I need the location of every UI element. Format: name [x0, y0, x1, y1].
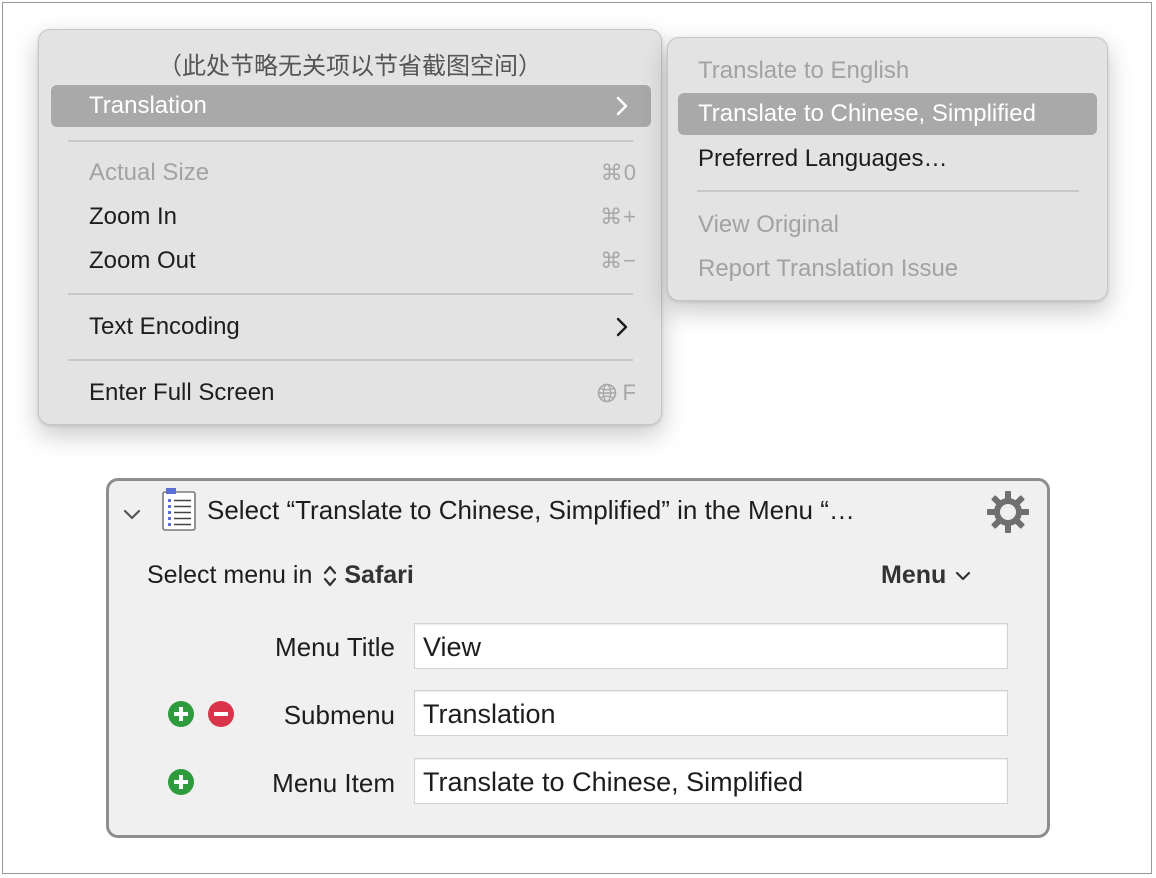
menu-item-translate-to-chinese-simplified[interactable]: Translate to Chinese, Simplified [678, 93, 1097, 135]
chevron-down-icon [956, 571, 971, 580]
shortcut-command-minus: ⌘− [600, 248, 637, 273]
menu-item-translate-to-english[interactable]: Translate to English [678, 50, 1098, 92]
menu-separator [697, 190, 1079, 192]
menu-item-label: Actual Size [89, 159, 210, 186]
menu-item-label: Text Encoding [89, 313, 240, 340]
menu-item-actual-size[interactable]: Actual Size ⌘0 [51, 152, 651, 194]
select-menu-in-label: Select menu in [147, 561, 313, 589]
menu-item-zoom-out[interactable]: Zoom Out ⌘− [51, 240, 651, 282]
gear-icon[interactable] [985, 489, 1031, 535]
menu-list-icon [162, 488, 196, 531]
menu-item-label: View Original [698, 211, 839, 238]
menu-item-label: Report Translation Issue [698, 255, 959, 282]
menu-item-view-original[interactable]: View Original [678, 204, 1098, 246]
action-title: Select “Translate to Chinese, Simplified… [207, 495, 855, 525]
submenu-field[interactable]: Translation [414, 690, 1008, 736]
select-menu-action: Select “Translate to Chinese, Simplified… [106, 478, 1050, 838]
chevron-right-icon [616, 96, 628, 116]
menu-separator [68, 293, 633, 295]
menu-item-enter-full-screen[interactable]: Enter Full Screen F [51, 372, 651, 414]
select-menu-in-row: Select menu in Safari [147, 561, 414, 590]
menu-item-label: Translate to English [698, 57, 910, 84]
menu-item-text-encoding[interactable]: Text Encoding [51, 306, 651, 348]
menu-item-label: Translate to Chinese, Simplified [698, 100, 1036, 127]
shortcut-key-f: F [622, 380, 637, 405]
shortcut-command-plus: ⌘+ [600, 204, 637, 229]
chevron-down-icon[interactable] [121, 503, 143, 525]
chevron-right-icon [616, 317, 628, 337]
menu-item-label: Translation [89, 92, 207, 119]
add-menu-item-button[interactable] [167, 768, 195, 796]
menu-item-zoom-in[interactable]: Zoom In ⌘+ [51, 196, 651, 238]
add-submenu-button[interactable] [167, 700, 195, 728]
menu-separator [68, 140, 633, 142]
up-down-chevron-icon [324, 565, 337, 586]
submenu-label: Submenu [283, 700, 395, 730]
menu-title-label: Menu Title [275, 632, 395, 662]
menu-type-dropdown[interactable]: Menu [881, 561, 972, 590]
omission-note: （此处节略无关项以节省截图空间） [158, 53, 542, 80]
menu-item-label: Menu Item [272, 768, 395, 798]
menu-item-label: Zoom In [89, 203, 178, 230]
menu-separator [68, 359, 633, 361]
shortcut-globe-f: F [597, 380, 637, 406]
menu-title-field[interactable]: View [414, 623, 1008, 669]
translation-submenu: Translate to English Translate to Chines… [667, 37, 1108, 301]
menu-item-label: Preferred Languages… [698, 145, 948, 172]
menu-item-label: Enter Full Screen [89, 379, 275, 406]
menu-dropdown-label: Menu [881, 561, 947, 589]
menu-item-preferred-languages[interactable]: Preferred Languages… [678, 138, 1098, 180]
shortcut-command-0: ⌘0 [600, 160, 637, 185]
menu-item-translation[interactable]: Translation [51, 85, 651, 127]
menu-item-report-translation-issue[interactable]: Report Translation Issue [678, 248, 1098, 290]
menu-item-label: Zoom Out [89, 247, 196, 274]
globe-icon [597, 383, 616, 403]
menu-item-field[interactable]: Translate to Chinese, Simplified [414, 758, 1008, 804]
view-menu: （此处节略无关项以节省截图空间） Translation Actual Size… [38, 29, 662, 425]
app-selector[interactable]: Safari [322, 561, 414, 590]
app-name: Safari [344, 561, 414, 589]
